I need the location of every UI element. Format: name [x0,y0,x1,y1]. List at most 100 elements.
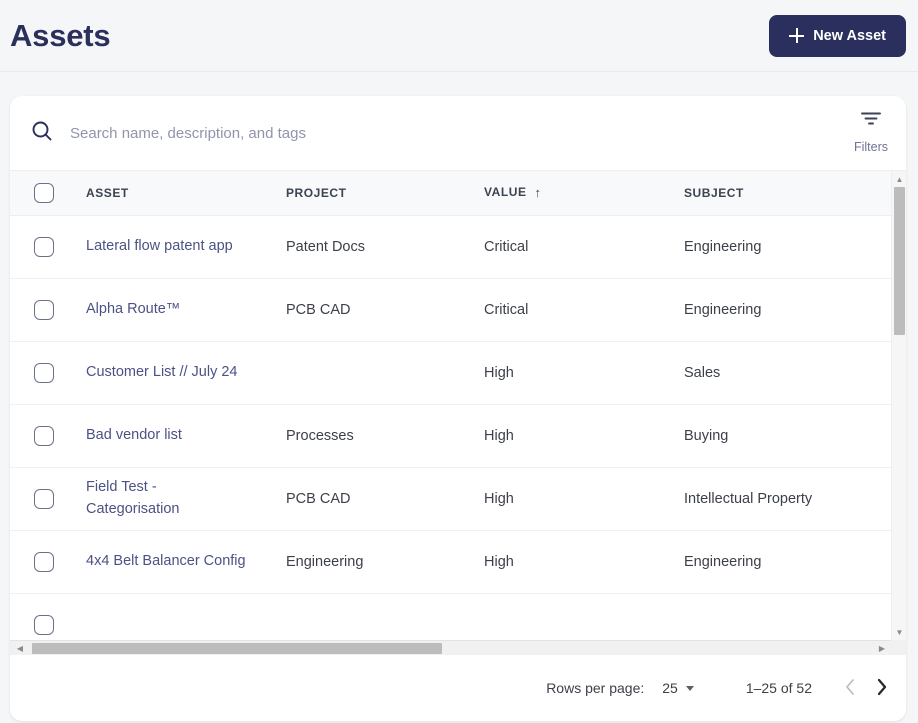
cell-format: Patent [878,215,891,279]
asset-link[interactable]: Field Test - Categorisation [86,477,196,519]
cell-value: High [470,467,670,531]
scroll-down-icon[interactable]: ▼ [892,624,906,640]
new-asset-button[interactable]: New Asset [769,14,906,57]
scrollbar-corner [891,640,906,655]
assets-card-wrapper: Filters AS [0,72,918,721]
cell-subject: Engineering [670,278,878,342]
search-input[interactable] [70,124,846,142]
cell-subject: Intellectual Property [670,467,878,531]
horizontal-scrollbar[interactable]: ◀ ▶ [10,640,906,655]
cell-subject: Buying [670,404,878,468]
cell-asset: Field Test - Categorisation [72,467,272,531]
chevron-down-icon [685,685,694,691]
column-header-value-label: VALUE [484,185,527,200]
table-row[interactable]: Alpha Route™ PCB CAD Critical Engineerin… [10,278,891,342]
column-header-asset[interactable]: ASSET [72,171,272,216]
asset-link[interactable]: Lateral flow patent app [86,236,233,257]
cell-value: Critical [470,215,670,279]
cell-format: Form [878,467,891,531]
table-viewport: ASSET PROJECT VALUE ↑ SUBJECT Lateral fl… [10,171,891,640]
cell-format [878,530,891,594]
filters-label: Filters [853,140,888,154]
search-box[interactable] [24,96,846,170]
cell-subject: Engineering [670,530,878,594]
column-header-subject[interactable]: SUBJECT [670,171,878,216]
row-select-cell [10,404,72,468]
cell-asset: Bad vendor list [72,404,272,468]
row-checkbox[interactable] [34,425,54,446]
cell-project [272,593,470,640]
plus-icon [789,28,805,43]
chevron-left-icon [844,678,856,699]
row-checkbox[interactable] [34,614,54,635]
vertical-scrollbar-thumb[interactable] [894,187,905,335]
cell-value: High [470,341,670,405]
assets-table: ASSET PROJECT VALUE ↑ SUBJECT Lateral fl… [10,171,891,640]
cell-project: PCB CAD [272,278,470,342]
cell-asset: Alpha Route™ [72,278,272,342]
cell-project: Engineering [272,530,470,594]
cell-asset: Lateral flow patent app [72,215,272,279]
row-checkbox[interactable] [34,551,54,572]
asset-link[interactable]: 4x4 Belt Balancer Config [86,551,246,572]
column-header-format[interactable]: FORMAT [878,171,891,216]
scroll-up-icon[interactable]: ▲ [892,171,906,187]
pagination-range-label: 1–25 of 52 [745,680,812,696]
scroll-right-icon[interactable]: ▶ [874,641,890,655]
cell-subject: Engineering [670,215,878,279]
row-select-cell [10,467,72,531]
filter-icon [860,110,882,130]
assets-card: Filters AS [10,96,906,721]
row-checkbox[interactable] [34,299,54,320]
row-select-cell [10,215,72,279]
table-row[interactable]: Field Test - Categorisation PCB CAD High… [10,467,891,531]
table-body: Lateral flow patent app Patent Docs Crit… [10,215,891,640]
cell-project: PCB CAD [272,467,470,531]
table-row[interactable]: Bad vendor list Processes High Buying PD… [10,404,891,468]
table-scroll-container: ASSET PROJECT VALUE ↑ SUBJECT Lateral fl… [10,170,906,655]
table-row[interactable]: Customer List // July 24 High Sales Cust… [10,341,891,405]
rows-per-page-label: Rows per page: [546,680,645,696]
asset-link[interactable]: Bad vendor list [86,425,182,446]
sort-ascending-icon[interactable]: ↑ [535,185,542,200]
cell-asset: Customer List // July 24 [72,341,272,405]
cell-asset: 4x4 Belt Balancer Config [72,530,272,594]
select-all-checkbox[interactable] [34,182,54,203]
row-select-cell [10,593,72,640]
row-select-cell [10,530,72,594]
previous-page-button[interactable] [834,674,866,703]
page-header: Assets New Asset [0,0,918,72]
cell-value: High [470,530,670,594]
table-header-row: ASSET PROJECT VALUE ↑ SUBJECT [10,171,891,216]
column-header-value[interactable]: VALUE ↑ [470,171,670,216]
search-row: Filters [10,96,906,170]
row-checkbox[interactable] [34,362,54,383]
row-checkbox[interactable] [34,236,54,257]
column-header-subject-label: SUBJECT [684,185,744,200]
table-header: ASSET PROJECT VALUE ↑ SUBJECT [10,171,891,216]
cell-format: Customer Data [878,341,891,405]
cell-format: CAD [878,278,891,342]
cell-format [878,593,891,640]
row-select-cell [10,341,72,405]
table-row[interactable]: Lateral flow patent app Patent Docs Crit… [10,215,891,279]
table-row-partial[interactable] [10,593,891,640]
cell-value: Critical [470,278,670,342]
cell-value: High [470,404,670,468]
next-page-button[interactable] [866,674,898,703]
horizontal-scrollbar-thumb[interactable] [32,643,442,654]
cell-subject [670,593,878,640]
row-select-cell [10,278,72,342]
row-checkbox[interactable] [34,488,54,509]
vertical-scrollbar[interactable]: ▲ ▼ [891,171,906,640]
asset-link[interactable]: Alpha Route™ [86,299,180,320]
select-all-header [10,171,72,216]
asset-link[interactable]: Customer List // July 24 [86,362,238,383]
cell-value [470,593,670,640]
rows-per-page-select[interactable]: 25 [658,676,698,700]
filters-button[interactable]: Filters [846,96,896,154]
table-row[interactable]: 4x4 Belt Balancer Config Engineering Hig… [10,530,891,594]
scroll-left-icon[interactable]: ◀ [12,641,28,655]
column-header-project[interactable]: PROJECT [272,171,470,216]
chevron-right-icon [876,678,888,699]
